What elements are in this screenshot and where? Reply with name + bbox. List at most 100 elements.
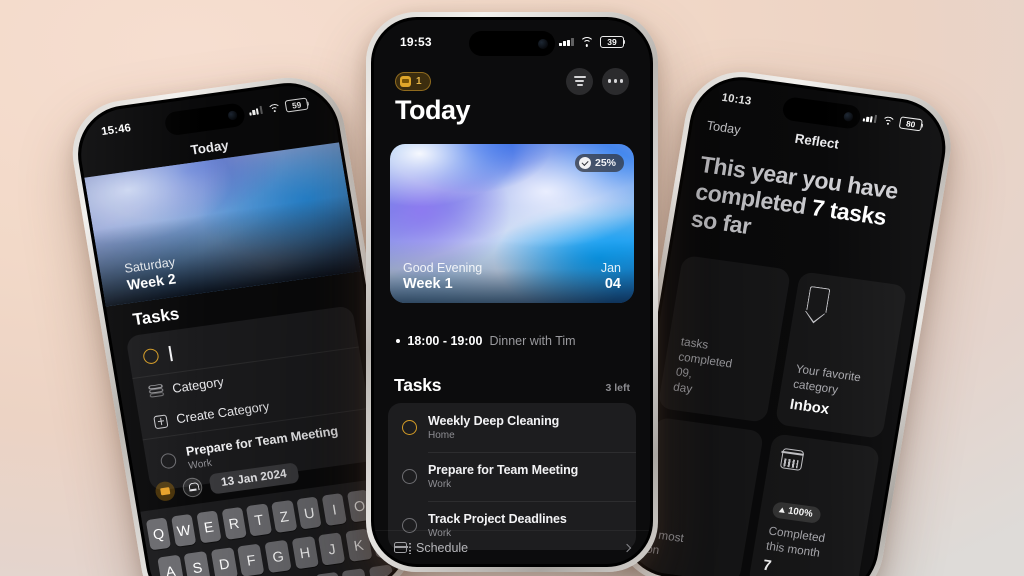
plus-square-icon xyxy=(153,413,169,429)
card-body: e most on xyxy=(645,527,733,569)
key-u[interactable]: U xyxy=(296,496,323,530)
table-row[interactable]: Weekly Deep Cleaning Home xyxy=(388,403,636,452)
phone-right-bezel: 10:13 80 Today Reflect This year you hav… xyxy=(614,70,954,576)
phone-right-screen: 10:13 80 Today Reflect This year you hav… xyxy=(618,74,950,576)
card-body: tasks completed 09, day xyxy=(672,335,766,408)
card-subtitle: e most on xyxy=(645,527,685,557)
key-i[interactable]: I xyxy=(321,492,348,526)
key-z[interactable]: Z xyxy=(271,499,297,533)
filter-icon xyxy=(573,75,586,78)
battery-icon: 80 xyxy=(898,116,923,132)
hero-left-text: Good Evening Week 1 xyxy=(403,261,482,292)
key-a[interactable]: A xyxy=(156,554,185,576)
bell-icon[interactable] xyxy=(181,476,204,498)
favorite-category-card[interactable]: Your favorite category Inbox xyxy=(774,271,908,439)
key-h[interactable]: H xyxy=(291,536,319,570)
scene-root: 15:46 59 Today Saturday Week 2 Tasks Cat… xyxy=(0,0,1024,576)
phone-center-screen: 19:53 39 1 Today 25% Good Evening Week 1… xyxy=(374,20,650,564)
task-name: Weekly Deep Cleaning xyxy=(428,414,560,428)
wifi-icon xyxy=(266,102,282,118)
progress-badge: 25% xyxy=(574,154,624,172)
phone-center: 19:53 39 1 Today 25% Good Evening Week 1… xyxy=(366,12,658,572)
tasks-left-count: 3 left xyxy=(605,382,630,394)
hero-footer: Good Evening Week 1 Jan 04 xyxy=(403,261,621,292)
week-label: Week 1 xyxy=(403,276,453,292)
task-name: Prepare for Team Meeting xyxy=(428,463,579,477)
flag-icon[interactable] xyxy=(153,479,177,502)
key-s[interactable]: S xyxy=(183,550,212,576)
tasks-completed-card[interactable]: tasks completed 09, day xyxy=(657,254,791,423)
completed-this-month-card[interactable]: 100% Completed this month 7 xyxy=(747,432,881,576)
more-dots-icon xyxy=(607,79,624,83)
status-time: 15:46 xyxy=(100,121,132,139)
key-q[interactable]: Q xyxy=(145,517,172,551)
phone-center-bezel: 19:53 39 1 Today 25% Good Evening Week 1… xyxy=(371,17,653,567)
event-name: Dinner with Tim xyxy=(489,334,576,348)
tasks-header: Tasks 3 left xyxy=(394,375,630,396)
reflect-stats-grid: tasks completed 09, day Your favorite categ… xyxy=(630,254,908,576)
notification-badge[interactable]: 1 xyxy=(395,71,431,91)
filter-button[interactable] xyxy=(566,67,593,95)
key-n[interactable]: N xyxy=(342,568,370,576)
event-row[interactable]: 18:00 - 19:00 Dinner with Tim xyxy=(396,334,630,348)
create-category-option-label: Create Category xyxy=(175,399,271,427)
task-checkbox-icon[interactable] xyxy=(159,452,178,470)
key-w[interactable]: W xyxy=(170,513,197,547)
task-checkbox-icon[interactable] xyxy=(402,420,417,435)
card-subtitle: tasks completed 09, day xyxy=(672,335,734,397)
battery-icon: 39 xyxy=(600,35,624,49)
key-r[interactable]: R xyxy=(221,506,247,540)
inbox-badge-icon xyxy=(400,75,411,87)
cellular-signal-icon xyxy=(247,106,263,116)
cellular-signal-icon xyxy=(558,37,574,47)
wifi-icon xyxy=(580,37,594,47)
dynamic-island xyxy=(469,31,555,56)
event-time: 18:00 - 19:00 xyxy=(407,334,483,348)
category-option-label: Category xyxy=(171,374,225,396)
key-t[interactable]: T xyxy=(246,503,272,537)
task-list: Weekly Deep Cleaning Home Prepare for Te… xyxy=(388,403,636,550)
header-actions xyxy=(566,67,629,95)
wifi-icon xyxy=(880,115,896,131)
notification-count: 1 xyxy=(416,75,422,87)
hero-gradient-card-center[interactable]: 25% Good Evening Week 1 Jan 04 xyxy=(390,144,634,303)
phone-left-screen: 15:46 59 Today Saturday Week 2 Tasks Cat… xyxy=(73,79,413,576)
task-checkbox-icon[interactable] xyxy=(142,347,160,365)
key-j[interactable]: J xyxy=(318,532,346,566)
status-indicators: 59 xyxy=(247,97,309,118)
layers-icon xyxy=(147,384,166,399)
front-camera-icon xyxy=(227,110,238,121)
headline-post: so far xyxy=(689,205,753,240)
key-d[interactable]: D xyxy=(210,547,238,576)
dynamic-island xyxy=(781,96,862,130)
key-e[interactable]: E xyxy=(196,510,222,544)
task-checkbox-icon[interactable] xyxy=(402,469,417,484)
schedule-icon xyxy=(393,542,411,554)
front-camera-icon xyxy=(843,111,854,122)
front-camera-icon xyxy=(538,38,548,49)
hero-gradient-card-left[interactable]: Saturday Week 2 xyxy=(84,142,361,307)
table-row[interactable]: Prepare for Team Meeting Work xyxy=(388,452,636,501)
key-b[interactable]: B xyxy=(315,571,343,576)
card-body: Your favorite category Inbox xyxy=(789,362,881,423)
tasks-heading: Tasks xyxy=(394,375,442,395)
percent-badge: 100% xyxy=(771,500,822,524)
card-body: 100% Completed this month 7 xyxy=(762,498,858,576)
battery-icon: 59 xyxy=(284,97,309,113)
filter-icon-line xyxy=(575,80,584,82)
event-bullet-icon xyxy=(396,338,401,344)
schedule-row[interactable]: Schedule xyxy=(374,530,650,564)
key-f[interactable]: F xyxy=(237,543,265,576)
date-chip[interactable]: 13 Jan 2024 xyxy=(208,462,300,495)
check-circle-icon xyxy=(578,157,591,169)
more-button[interactable] xyxy=(602,67,629,95)
task-category: Home xyxy=(428,430,455,441)
filter-icon-line xyxy=(576,84,583,87)
phone-right: 10:13 80 Today Reflect This year you hav… xyxy=(608,64,959,576)
task-text: Weekly Deep Cleaning Home xyxy=(428,414,559,441)
day-label: 04 xyxy=(604,276,621,292)
task-category: Work xyxy=(428,479,452,490)
calendar-icon xyxy=(779,447,804,471)
key-g[interactable]: G xyxy=(264,539,292,574)
status-indicators: 80 xyxy=(861,111,923,132)
